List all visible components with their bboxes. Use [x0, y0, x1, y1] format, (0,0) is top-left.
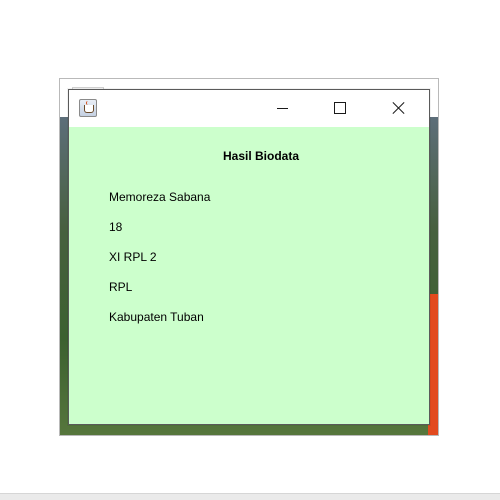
panel-heading: Hasil Biodata	[222, 149, 300, 163]
biodata-panel: Hasil Biodata Memoreza Sabana 18 XI RPL …	[69, 127, 429, 424]
close-button[interactable]	[375, 90, 421, 127]
biodata-result-window[interactable]: Hasil Biodata Memoreza Sabana 18 XI RPL …	[68, 89, 430, 425]
address-label: Kabupaten Tuban	[109, 310, 204, 324]
major-label: RPL	[109, 280, 133, 294]
title-bar[interactable]	[69, 90, 429, 127]
minimize-button[interactable]	[259, 90, 305, 127]
java-cup-shape	[84, 105, 94, 113]
age-label: 18	[109, 220, 123, 234]
taskbar-edge	[0, 493, 500, 500]
desktop: Hasil Biodata Memoreza Sabana 18 XI RPL …	[0, 0, 500, 500]
name-label: Memoreza Sabana	[109, 190, 211, 204]
class-label: XI RPL 2	[109, 250, 157, 264]
java-cup-icon[interactable]	[79, 99, 97, 117]
maximize-button[interactable]	[317, 90, 363, 127]
